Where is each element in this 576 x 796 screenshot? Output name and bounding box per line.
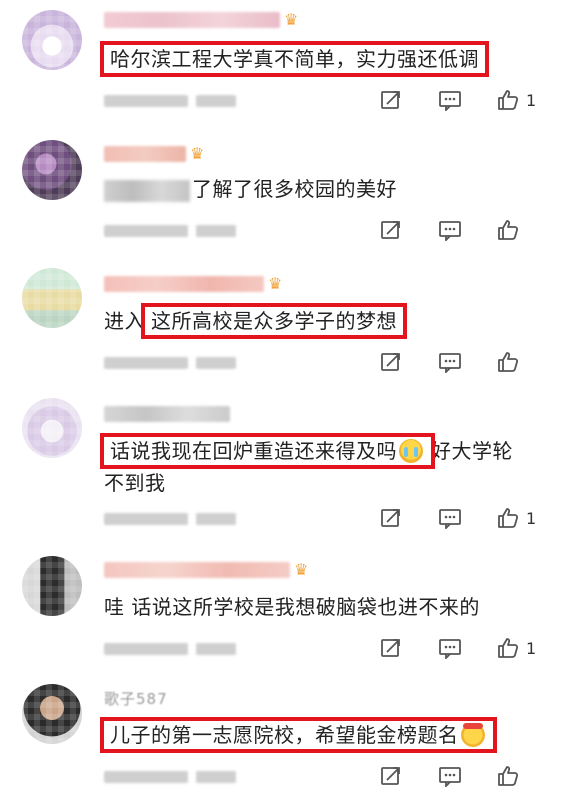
cheering-face-emoji — [460, 722, 485, 747]
highlighted-text: 哈尔滨工程大学真不简单，实力强还低调 — [100, 41, 489, 77]
like-count: 1 — [526, 90, 537, 110]
share-icon — [381, 353, 400, 371]
avatar[interactable] — [22, 398, 82, 458]
crying-face-emoji — [399, 438, 423, 463]
comment-text: 进入 这所高校是众多学子的梦想 — [104, 303, 407, 339]
like-button[interactable]: 1 — [496, 634, 554, 662]
crown-badge-icon: ♛ — [268, 274, 283, 293]
crown-badge-icon: ♛ — [190, 144, 205, 163]
comment-item: ♛ 进入 这所高校是众多学子的梦想 — [0, 258, 576, 388]
username[interactable]: 歌子587 — [104, 686, 168, 710]
comment-text: 了解了很多校园的美好 — [104, 172, 397, 206]
comment-item: ♛ 哇 话说这所学校是我想破脑袋也进不来的 1 — [0, 544, 576, 672]
comment-icon — [439, 639, 461, 659]
comment-meta — [104, 222, 236, 240]
like-button[interactable] — [496, 762, 554, 790]
thumbs-up-icon — [498, 220, 519, 240]
highlighted-text: 这所高校是众多学子的梦想 — [141, 303, 407, 339]
comment-item: 话说我现在回炉重造还来得及吗 好大学轮 不到我 1 — [0, 388, 576, 544]
comment-button[interactable] — [438, 86, 496, 114]
blurred-text — [104, 179, 190, 202]
share-icon — [381, 509, 400, 527]
share-button[interactable] — [380, 348, 438, 376]
comment-button[interactable] — [438, 762, 496, 790]
comment-meta — [104, 768, 236, 786]
like-button[interactable] — [496, 216, 554, 244]
comment-item: ♛ 哈尔滨工程大学真不简单，实力强还低调 1 — [0, 0, 576, 130]
comment-icon — [439, 353, 461, 373]
comment-meta — [104, 354, 236, 372]
comment-button[interactable] — [438, 216, 496, 244]
avatar[interactable] — [22, 140, 82, 200]
thumbs-up-icon — [498, 638, 519, 658]
thumbs-up-icon — [498, 90, 519, 110]
comment-icon — [439, 767, 461, 787]
username[interactable]: ♛ — [104, 272, 282, 296]
avatar[interactable] — [22, 10, 82, 70]
like-button[interactable] — [496, 348, 554, 376]
username[interactable] — [104, 402, 230, 426]
comment-button[interactable] — [438, 348, 496, 376]
share-icon — [381, 221, 400, 239]
avatar[interactable] — [22, 268, 82, 328]
comment-actions: 1 — [380, 504, 554, 532]
highlighted-text: 话说我现在回炉重造还来得及吗 — [100, 433, 435, 469]
like-count: 1 — [526, 508, 537, 528]
like-button[interactable]: 1 — [496, 86, 554, 114]
share-icon — [381, 639, 400, 657]
crown-badge-icon: ♛ — [284, 10, 299, 29]
comment-item: 歌子587 儿子的第一志愿院校，希望能金榜题名 — [0, 672, 576, 796]
thumbs-up-icon — [498, 766, 519, 786]
comment-icon — [439, 91, 461, 111]
comment-actions — [380, 762, 554, 790]
thumbs-up-icon — [498, 352, 519, 372]
comment-icon — [439, 221, 461, 241]
comment-actions: 1 — [380, 86, 554, 114]
comment-meta — [104, 640, 236, 658]
comment-actions: 1 — [380, 634, 554, 662]
comment-text: 话说我现在回炉重造还来得及吗 好大学轮 — [100, 433, 513, 469]
username[interactable]: ♛ — [104, 142, 204, 166]
like-count: 1 — [526, 638, 537, 658]
comment-button[interactable] — [438, 634, 496, 662]
share-button[interactable] — [380, 762, 438, 790]
comment-meta — [104, 92, 236, 110]
crown-badge-icon: ♛ — [294, 560, 309, 579]
share-icon — [381, 91, 400, 109]
comment-button[interactable] — [438, 504, 496, 532]
share-icon — [381, 767, 400, 785]
share-button[interactable] — [380, 86, 438, 114]
highlighted-text: 儿子的第一志愿院校，希望能金榜题名 — [100, 717, 497, 753]
comment-text: 儿子的第一志愿院校，希望能金榜题名 — [100, 717, 497, 753]
username[interactable]: ♛ — [104, 8, 298, 32]
comment-meta — [104, 510, 236, 528]
comment-text: 哈尔滨工程大学真不简单，实力强还低调 — [100, 41, 489, 77]
share-button[interactable] — [380, 504, 438, 532]
comment-actions — [380, 216, 554, 244]
comment-text: 哇 话说这所学校是我想破脑袋也进不来的 — [104, 595, 480, 619]
comment-icon — [439, 509, 461, 529]
avatar[interactable] — [22, 556, 82, 616]
like-button[interactable]: 1 — [496, 504, 554, 532]
username[interactable]: ♛ — [104, 558, 308, 582]
avatar[interactable] — [22, 684, 82, 744]
comment-item: ♛ 了解了很多校园的美好 — [0, 130, 576, 258]
comment-actions — [380, 348, 554, 376]
thumbs-up-icon — [498, 508, 519, 528]
share-button[interactable] — [380, 216, 438, 244]
share-button[interactable] — [380, 634, 438, 662]
comment-text-line2: 不到我 — [104, 471, 166, 495]
